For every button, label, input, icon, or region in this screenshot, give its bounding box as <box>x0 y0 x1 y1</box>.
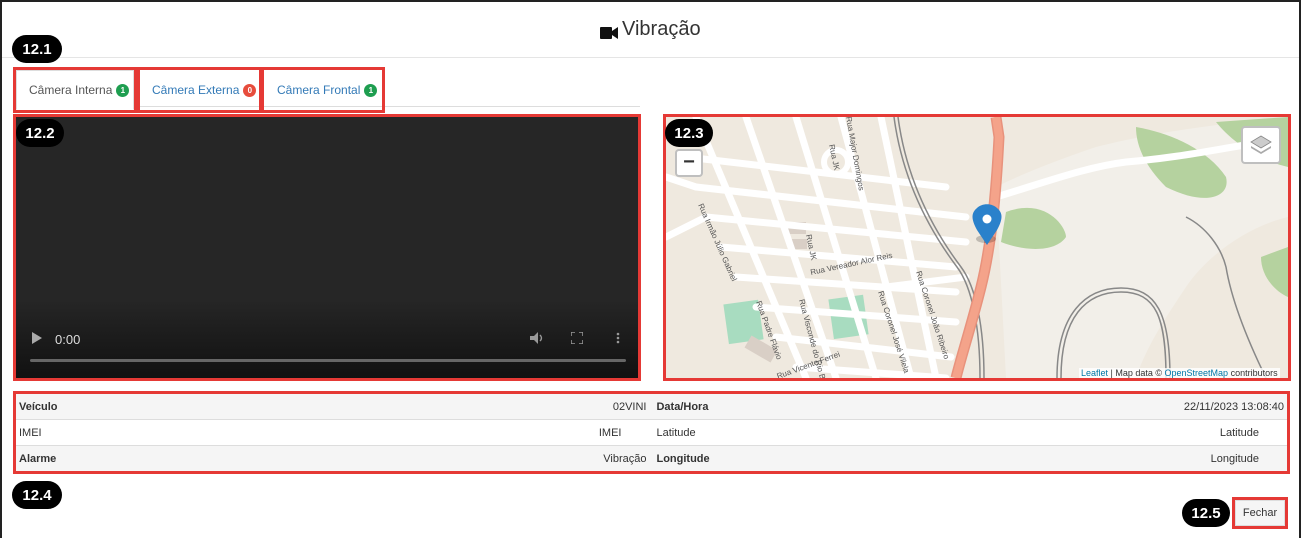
modal-header: Vibração <box>2 2 1299 58</box>
modal-title-text: Vibração <box>622 18 701 40</box>
more-icon[interactable] <box>616 332 620 347</box>
annotation-badge-12-2: 12.2 <box>16 119 64 147</box>
video-time: 0:00 <box>55 332 81 347</box>
volume-icon[interactable] <box>530 332 544 347</box>
highlight-box-12-2 <box>13 114 641 381</box>
modal-title: Vibração <box>600 18 701 41</box>
annotation-badge-12-1: 12.1 <box>12 35 62 63</box>
vibration-modal: Vibração 12.1 Câmera Interna 1 Câmera Ex… <box>0 0 1301 538</box>
highlight-box-12-1a <box>13 67 137 113</box>
highlight-box-12-1c <box>261 67 385 113</box>
highlight-box-12-1b <box>137 67 262 113</box>
video-camera-icon <box>600 23 618 39</box>
highlight-box-12-3 <box>663 114 1291 381</box>
annotation-badge-12-4: 12.4 <box>12 481 62 509</box>
annotation-badge-12-3: 12.3 <box>665 119 713 147</box>
play-icon[interactable] <box>32 332 42 347</box>
video-progress-bar[interactable] <box>30 359 626 362</box>
annotation-badge-12-5: 12.5 <box>1182 499 1230 527</box>
highlight-box-12-5 <box>1232 497 1288 529</box>
highlight-box-12-4 <box>13 391 1290 474</box>
fullscreen-icon[interactable] <box>570 331 584 347</box>
